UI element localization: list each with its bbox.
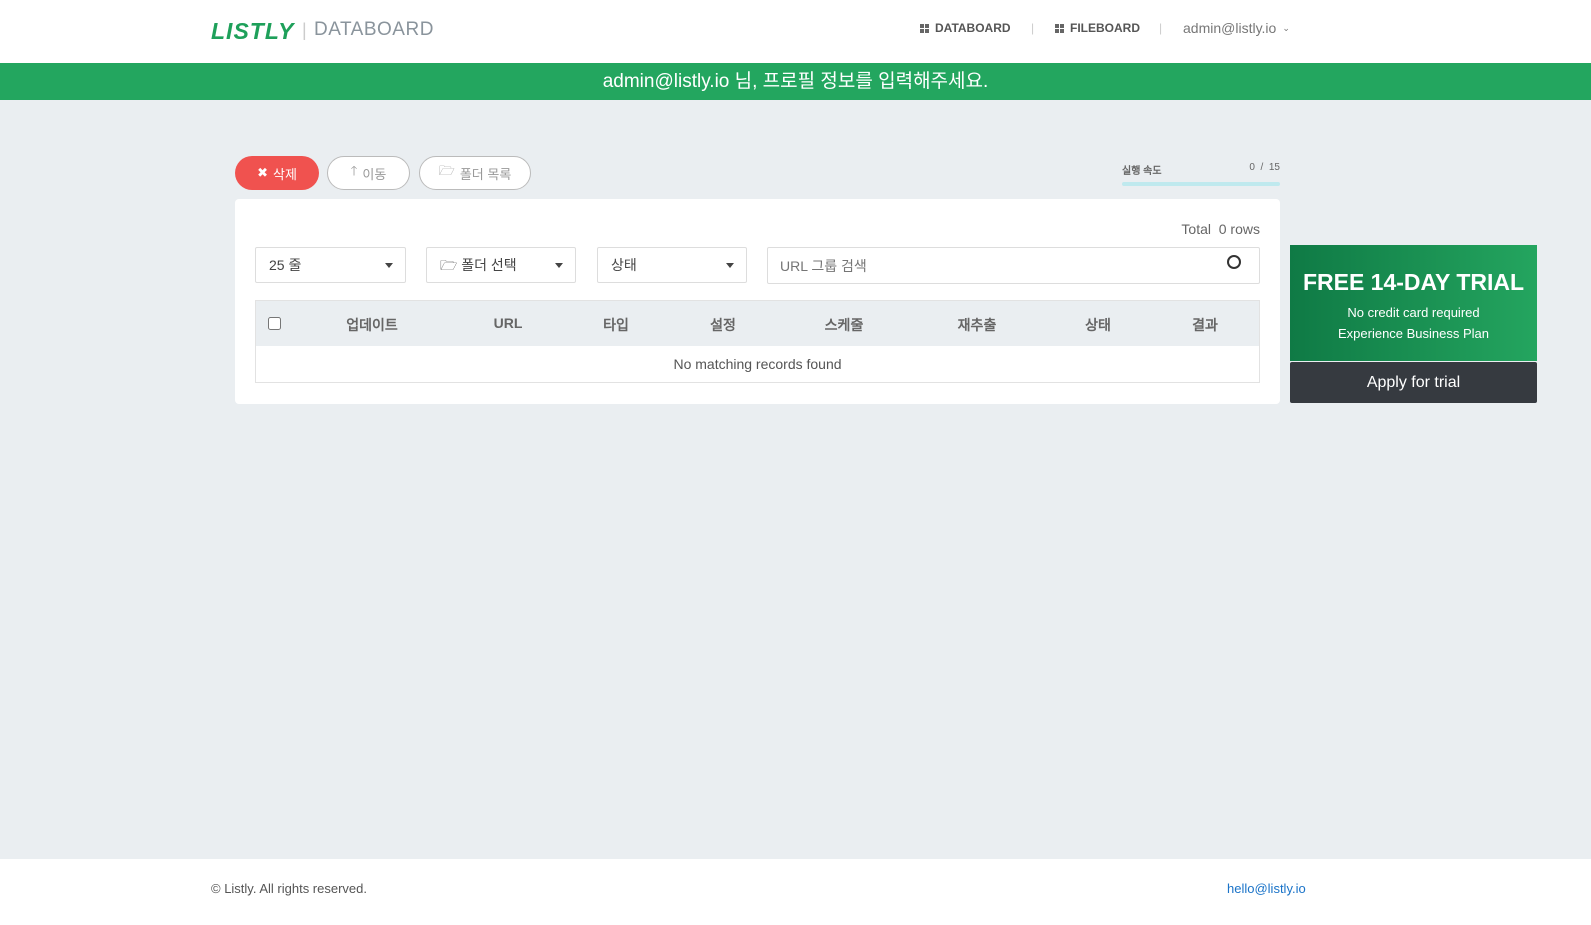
column-header[interactable]: 설정: [710, 315, 736, 335]
speed-value: 0 / 15: [1249, 162, 1280, 173]
column-header[interactable]: 결과: [1192, 315, 1218, 335]
folder-list-label: 폴더 목록: [459, 166, 512, 182]
column-header[interactable]: 스케줄: [825, 315, 864, 335]
column-header[interactable]: 상태: [1085, 315, 1111, 335]
speed-bar: [1122, 182, 1280, 186]
column-header[interactable]: 업데이트: [346, 315, 398, 335]
footer: © Listly. All rights reserved. hello@lis…: [0, 859, 1591, 925]
folder-select[interactable]: 🗁 폴더 선택: [426, 247, 576, 283]
select-all-checkbox[interactable]: [268, 317, 281, 330]
user-menu[interactable]: admin@listly.io ⌄: [1183, 20, 1290, 36]
copyright: © Listly. All rights reserved.: [211, 881, 367, 896]
delete-label: 삭제: [272, 166, 297, 182]
user-email: admin@listly.io: [1183, 20, 1277, 36]
table-header: 업데이트 URL 타입 설정 스케줄 재추출 상태 결과: [256, 301, 1259, 346]
column-header[interactable]: URL: [494, 315, 523, 331]
empty-message: No matching records found: [673, 356, 842, 372]
search-icon[interactable]: [1227, 255, 1241, 269]
profile-banner[interactable]: admin@listly.io 님, 프로필 정보를 입력해주세요.: [0, 63, 1591, 100]
nav-divider: |: [1031, 21, 1035, 35]
product-name: DATABOARD: [314, 19, 434, 40]
top-bar: LISTLY | DATABOARD DATABOARD | FILEBOARD…: [0, 0, 1591, 63]
chevron-down-icon: ⌄: [1282, 22, 1290, 33]
move-button[interactable]: 🡑 이동: [327, 156, 410, 190]
url-group-card: Total 0 rows 25 줄 🗁 폴더 선택 상태 업데이트 URL 타입…: [235, 199, 1280, 404]
trial-title: FREE 14-DAY TRIAL: [1302, 269, 1525, 295]
delete-button[interactable]: ✖ 삭제: [235, 156, 319, 190]
folder-list-button[interactable]: 🗁 폴더 목록: [419, 156, 531, 190]
speed-meter: 실행 속도 0 / 15: [1122, 162, 1280, 186]
contact-email-link[interactable]: hello@listly.io: [1227, 881, 1306, 896]
caret-down-icon: [726, 263, 734, 268]
folder-open-icon: 🗁: [438, 163, 455, 178]
logo-divider: |: [302, 20, 307, 40]
close-icon: ✖: [257, 165, 268, 180]
move-label: 이동: [362, 166, 387, 182]
nav-label: FILEBOARD: [1070, 21, 1140, 35]
trial-promo: FREE 14-DAY TRIAL No credit card require…: [1290, 245, 1537, 361]
apply-trial-button[interactable]: Apply for trial: [1290, 362, 1537, 403]
rows-per-page-select[interactable]: 25 줄: [255, 247, 406, 283]
total-rows: Total 0 rows: [1181, 221, 1260, 237]
nav-divider: |: [1159, 21, 1163, 35]
grid-icon: [920, 23, 929, 33]
nav-label: DATABOARD: [935, 21, 1011, 35]
column-header[interactable]: 타입: [603, 315, 629, 335]
trial-line: No credit card required: [1347, 305, 1480, 320]
column-header[interactable]: 재추출: [958, 315, 997, 335]
speed-label: 실행 속도: [1122, 166, 1162, 177]
arrow-up-icon: 🡑: [350, 163, 358, 178]
folder-icon: 🗁: [440, 257, 462, 273]
caret-down-icon: [555, 263, 563, 268]
nav-fileboard[interactable]: FILEBOARD: [1055, 21, 1140, 35]
nav-databoard[interactable]: DATABOARD: [920, 21, 1011, 35]
caret-down-icon: [385, 263, 393, 268]
url-group-search-input[interactable]: [767, 247, 1260, 284]
status-select[interactable]: 상태: [597, 247, 747, 283]
url-group-table: 업데이트 URL 타입 설정 스케줄 재추출 상태 결과 No matching…: [255, 300, 1260, 383]
grid-icon: [1055, 23, 1064, 33]
trial-line: Experience Business Plan: [1337, 326, 1490, 341]
logo[interactable]: LISTLY: [211, 18, 295, 45]
